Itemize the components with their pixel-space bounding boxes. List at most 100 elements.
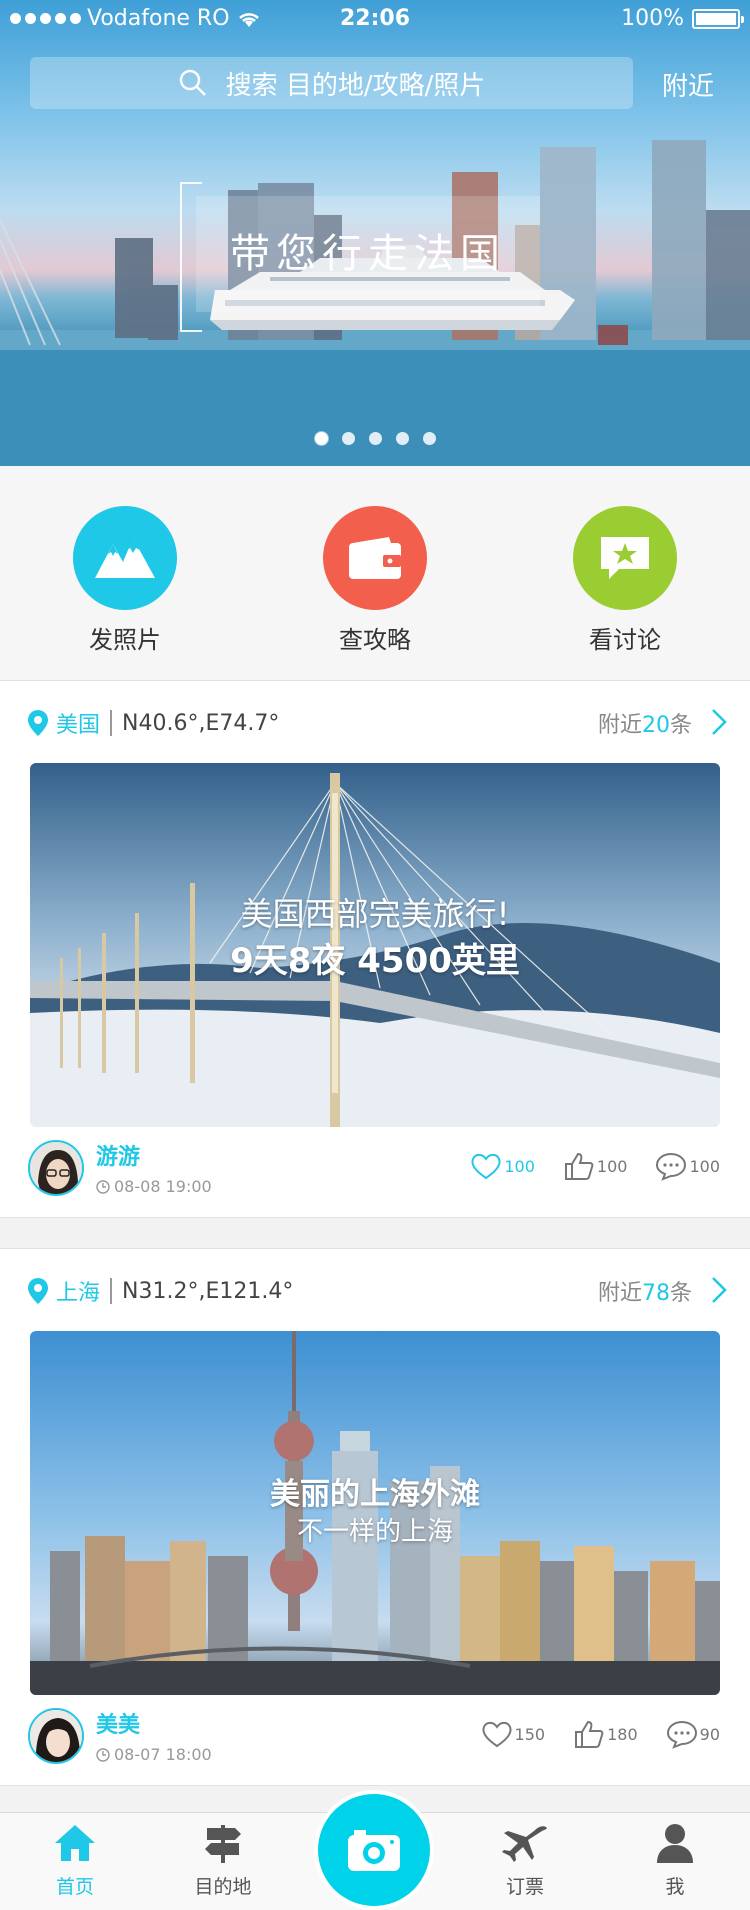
pager-dot-4[interactable] <box>395 432 409 445</box>
search-placeholder: 搜索 目的地/攻略/照片 <box>225 70 486 101</box>
nearby-suffix: 条 <box>669 1281 692 1306</box>
post-stats: 150 180 90 <box>481 1719 720 1749</box>
pager-dot-5[interactable] <box>422 432 436 445</box>
status-bar: Vodafone RO 22:06 100% <box>0 0 750 40</box>
quick-actions: 发照片 查攻略 看讨论 <box>0 466 750 680</box>
nearby-count-link[interactable]: 附近78条 <box>598 1275 692 1307</box>
home-icon <box>55 1825 95 1861</box>
nearby-prefix: 附近 <box>597 1281 642 1306</box>
author-name[interactable]: 游游 <box>96 1139 212 1171</box>
discussions-button[interactable]: 看讨论 <box>525 506 725 655</box>
like-button[interactable]: 100 <box>563 1151 628 1181</box>
person-icon <box>657 1824 693 1863</box>
post-photo-label: 发照片 <box>89 626 161 654</box>
tab-destinations-label: 目的地 <box>194 1876 252 1898</box>
pager-dot-3[interactable] <box>368 432 382 445</box>
banner-title: 带您行走法国 <box>196 196 540 312</box>
location-pin-icon <box>28 710 48 736</box>
search-input[interactable]: 搜索 目的地/攻略/照片 <box>30 57 633 109</box>
mountain-icon <box>73 506 177 610</box>
post-time: 08-08 19:00 <box>96 1177 212 1196</box>
tab-destinations[interactable]: 目的地 <box>168 1823 278 1899</box>
location-divider <box>110 1278 113 1304</box>
favorite-count: 150 <box>514 1724 546 1744</box>
chevron-right-icon[interactable] <box>710 707 728 737</box>
comment-icon <box>656 1152 687 1181</box>
tab-home[interactable]: 首页 <box>20 1823 130 1899</box>
post-photo[interactable]: 美丽的上海外滩 不一样的上海 <box>30 1331 720 1695</box>
post-time: 08-07 18:00 <box>96 1745 212 1764</box>
camera-icon <box>348 1830 400 1871</box>
like-button[interactable]: 180 <box>573 1719 638 1749</box>
post-time-text: 08-07 18:00 <box>114 1745 212 1764</box>
comment-button[interactable]: 90 <box>666 1719 720 1749</box>
location-row[interactable]: 上海 N31.2°,E121.4° <box>28 1275 293 1307</box>
camera-button[interactable] <box>318 1794 430 1906</box>
author-info[interactable]: 游游 08-08 19:00 <box>28 1139 212 1196</box>
search-icon <box>179 69 206 96</box>
tab-me-label: 我 <box>665 1876 685 1898</box>
pager-dot-1[interactable] <box>314 432 328 445</box>
post-photo-button[interactable]: 发照片 <box>25 506 225 655</box>
post-photo[interactable]: 美国西部完美旅行! 9天8夜 4500英里 <box>30 763 720 1127</box>
clock-icon <box>96 1179 110 1194</box>
nearby-button[interactable]: 附近 <box>662 66 714 103</box>
location-pin-icon <box>28 1278 48 1304</box>
guides-button[interactable]: 查攻略 <box>275 506 475 655</box>
favorite-button[interactable]: 100 <box>470 1152 535 1180</box>
location-name: 美国 <box>56 713 101 738</box>
nearby-count-link[interactable]: 附近20条 <box>598 707 692 739</box>
avatar[interactable] <box>28 1139 84 1196</box>
discussions-label: 看讨论 <box>589 626 661 654</box>
post-time-text: 08-08 19:00 <box>114 1177 212 1196</box>
author-name[interactable]: 美美 <box>96 1707 212 1739</box>
post-stats: 100 100 100 <box>470 1151 720 1181</box>
signpost-icon <box>205 1825 241 1863</box>
nearby-count: 78 <box>641 1281 670 1306</box>
battery-info: 100% <box>621 6 744 31</box>
avatar[interactable] <box>28 1707 84 1764</box>
author-info[interactable]: 美美 08-07 18:00 <box>28 1707 212 1764</box>
banner-pager[interactable] <box>0 432 750 445</box>
nearby-prefix: 附近 <box>597 713 642 738</box>
comment-icon <box>666 1720 697 1749</box>
post-card[interactable]: 上海 N31.2°,E121.4° 附近78条 美丽的上海外滩 不一样的上海 美… <box>0 1248 750 1786</box>
airplane-icon <box>502 1826 547 1862</box>
heart-icon <box>471 1153 501 1180</box>
clock-icon <box>96 1747 110 1762</box>
tab-home-label: 首页 <box>55 1876 94 1898</box>
post-caption-line2: 不一样的上海 <box>296 1517 453 1547</box>
nearby-count: 20 <box>641 713 670 738</box>
tab-tickets-label: 订票 <box>505 1876 544 1898</box>
location-name: 上海 <box>56 1281 101 1306</box>
chevron-right-icon[interactable] <box>710 1275 728 1305</box>
comment-count: 100 <box>689 1156 720 1176</box>
wallet-icon <box>323 506 427 610</box>
comment-button[interactable]: 100 <box>655 1151 720 1181</box>
like-count: 180 <box>607 1724 638 1744</box>
battery-percent: 100% <box>621 6 684 31</box>
nearby-suffix: 条 <box>669 713 692 738</box>
thumbs-up-icon <box>564 1152 594 1180</box>
comment-count: 90 <box>699 1724 720 1744</box>
thumbs-up-icon <box>575 1720 604 1748</box>
pager-dot-2[interactable] <box>341 432 355 445</box>
post-caption-line2: 9天8夜 4500英里 <box>230 941 520 981</box>
favorite-count: 100 <box>504 1156 535 1176</box>
favorite-button[interactable]: 150 <box>481 1720 546 1748</box>
location-coords: N31.2°,E121.4° <box>122 1278 294 1304</box>
chat-star-icon <box>573 506 677 610</box>
guides-label: 查攻略 <box>339 626 411 654</box>
post-caption-line1: 美丽的上海外滩 <box>270 1477 480 1512</box>
location-divider <box>110 710 113 736</box>
post-card[interactable]: 美国 N40.6°,E74.7° 附近20条 美国西部完美旅行! 9天8夜 45… <box>0 680 750 1218</box>
battery-icon <box>692 8 744 29</box>
heart-icon <box>482 1721 512 1748</box>
like-count: 100 <box>596 1156 628 1176</box>
hero-banner[interactable]: Vodafone RO 22:06 100% 搜索 目的地/攻略/照片 附近 带… <box>0 0 750 466</box>
location-row[interactable]: 美国 N40.6°,E74.7° <box>28 707 279 739</box>
post-caption-line1: 美国西部完美旅行! <box>240 895 510 933</box>
tab-tickets[interactable]: 订票 <box>470 1823 580 1899</box>
location-coords: N40.6°,E74.7° <box>122 710 280 736</box>
tab-me[interactable]: 我 <box>620 1823 730 1899</box>
